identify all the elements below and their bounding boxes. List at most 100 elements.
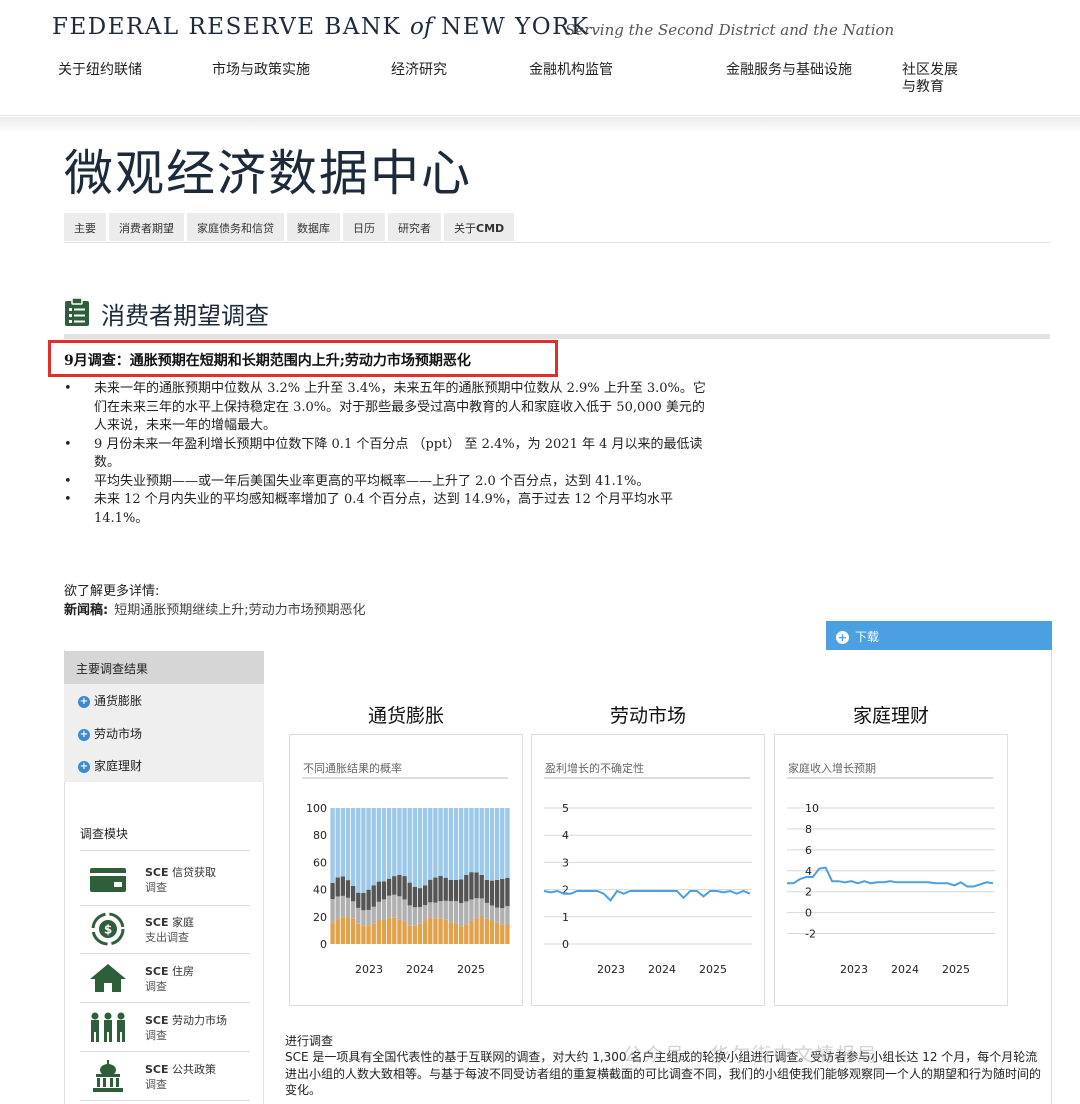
press-release-label: 新闻稿:	[64, 603, 109, 618]
bar-segment-top	[433, 808, 438, 878]
inflation-probability-chart: 0 20 40 60 80 100 2023 2024 2025	[306, 802, 510, 976]
module-label: SCE 劳动力市场 调查	[145, 1013, 227, 1043]
bar-segment-top	[397, 808, 402, 875]
bar-segment-mid	[417, 907, 423, 924]
bar-segment-high	[458, 879, 464, 904]
chart-title-finance: 家庭理财	[852, 705, 929, 727]
tab-databank[interactable]: 数据库	[287, 213, 340, 241]
bar-segment-mid	[479, 898, 484, 917]
key-result-finance[interactable]: + 家庭理财	[78, 757, 142, 774]
download-label: 下载	[855, 630, 880, 644]
x-tick-label: 2024	[891, 963, 919, 976]
bar-segment-top	[458, 808, 464, 880]
chart-card-labor[interactable]: 盈利增长的不确定性 0 1 2 3 4 5 2023 2024 2025	[531, 734, 765, 1006]
bar-segment-top	[335, 808, 340, 878]
nav-item-community[interactable]: 社区发展与教育	[902, 62, 966, 96]
bar-segment-low	[500, 924, 505, 944]
chart-card-inflation[interactable]: 不同通胀结果的概率 0 20 40 60 80 100 2023 2024 2025	[289, 734, 523, 1006]
nav-item-about[interactable]: 关于纽约联储	[58, 62, 142, 79]
y-tick-label: 60	[313, 856, 327, 869]
module-labor-market[interactable]: SCE 劳动力市场 调查	[80, 1004, 250, 1052]
nav-item-markets[interactable]: 市场与政策实施	[212, 62, 310, 79]
bar-segment-low	[361, 925, 366, 944]
tabs-divider	[64, 242, 1050, 243]
module-line2: 调查	[145, 980, 167, 993]
tab-household-debt[interactable]: 家庭债务和信贷	[187, 213, 284, 241]
bar-segment-high	[474, 872, 479, 899]
bar-segment-high	[350, 885, 356, 902]
chart-card-finance[interactable]: 家庭收入增长预期 -2 0 2 4 6 8 10 2023 2024 2025	[774, 734, 1008, 1006]
tab-main[interactable]: 主要	[64, 213, 106, 241]
module-line2: 调查	[145, 1078, 167, 1091]
module-credit-access[interactable]: SCE 信贷获取 调查	[80, 856, 250, 904]
bar-segment-high	[500, 878, 505, 909]
bar-segment-mid	[469, 899, 474, 921]
x-tick-label: 2024	[406, 963, 434, 976]
section-title: 消费者期望调查	[101, 302, 269, 330]
bar-segment-low	[448, 922, 454, 944]
bar-segment-mid	[422, 905, 428, 921]
bar-segment-low	[392, 917, 397, 944]
bar-segment-low	[433, 918, 438, 944]
bar-segment-top	[469, 808, 474, 873]
bar-segment-low	[402, 921, 407, 944]
bar-segment-mid	[397, 896, 402, 920]
bar-segment-high	[386, 878, 392, 896]
bar-segment-mid	[381, 899, 387, 920]
nav-item-supervision[interactable]: 金融机构监管	[529, 62, 613, 79]
tab-about-label: 关于	[454, 222, 476, 235]
tab-consumer-expectations[interactable]: 消费者期望	[109, 213, 184, 241]
bar-segment-top	[345, 808, 351, 881]
bar-segment-high	[443, 877, 448, 901]
module-code: SCE	[145, 1014, 169, 1027]
bar-segment-high	[371, 885, 376, 907]
y-tick-label: 5	[562, 802, 569, 815]
bar-segment-high	[494, 879, 500, 908]
bar-segment-high	[366, 889, 371, 910]
key-result-label: 通货膨胀	[94, 694, 143, 708]
plus-circle-icon: +	[78, 761, 90, 773]
nav-item-research[interactable]: 经济研究	[391, 62, 447, 79]
key-result-inflation[interactable]: + 通货膨胀	[78, 692, 142, 709]
module-code: SCE	[145, 916, 169, 929]
ongoing-survey-title: 进行调查	[285, 1034, 334, 1048]
y-tick-label: 80	[313, 829, 327, 842]
bar-segment-low	[464, 924, 469, 944]
key-result-labor[interactable]: + 劳动市场	[78, 725, 142, 742]
bar-segment-top	[484, 808, 490, 880]
bar-segment-mid	[428, 902, 433, 918]
bar-segment-high	[392, 876, 397, 895]
tab-researchers[interactable]: 研究者	[388, 213, 441, 241]
site-logo[interactable]: FEDERAL RESERVE BANK of NEW YORK	[52, 14, 590, 40]
download-button[interactable]: + 下载	[826, 621, 1052, 650]
key-result-label: 劳动市场	[94, 727, 143, 741]
bar-segment-top	[494, 808, 500, 880]
bar-segment-mid	[505, 906, 510, 925]
bar-segment-top	[330, 808, 335, 883]
bar-segment-mid	[448, 901, 454, 923]
press-release-link[interactable]: 短期通胀预期继续上升;劳动力市场预期恶化	[114, 603, 365, 618]
tab-calendar[interactable]: 日历	[343, 213, 385, 241]
module-line1: 家庭	[172, 916, 195, 929]
module-housing[interactable]: SCE 住房 调查	[80, 955, 250, 1003]
tab-about-cmd[interactable]: 关于CMD	[444, 213, 515, 241]
bar-segment-low	[397, 919, 402, 944]
bar-segment-low	[422, 920, 428, 944]
key-findings-list: 未来一年的通胀预期中位数从 3.2% 上升至 3.4%，未来五年的通胀预期中位数…	[64, 380, 714, 528]
bar-segment-high	[345, 880, 351, 898]
module-public-policy[interactable]: SCE 公共政策 调查	[80, 1053, 250, 1101]
plus-circle-icon: +	[78, 729, 90, 741]
bar-segment-low	[453, 923, 459, 944]
bar-segment-top	[417, 808, 423, 889]
brand-of: of	[409, 14, 433, 40]
press-release-line: 新闻稿: 短期通胀预期继续上升;劳动力市场预期恶化	[64, 599, 366, 618]
house-icon	[90, 964, 126, 992]
bar-segment-low	[428, 917, 433, 944]
bar-segment-low	[474, 917, 479, 944]
nav-item-financial-services[interactable]: 金融服务与基础设施	[726, 62, 852, 79]
bar-segment-low	[412, 925, 418, 944]
bar-segment-high	[428, 879, 433, 903]
bar-segment-mid	[489, 905, 495, 921]
module-spending[interactable]: $ SCE 家庭 支出调查	[80, 906, 250, 954]
plus-circle-icon: +	[836, 631, 849, 644]
